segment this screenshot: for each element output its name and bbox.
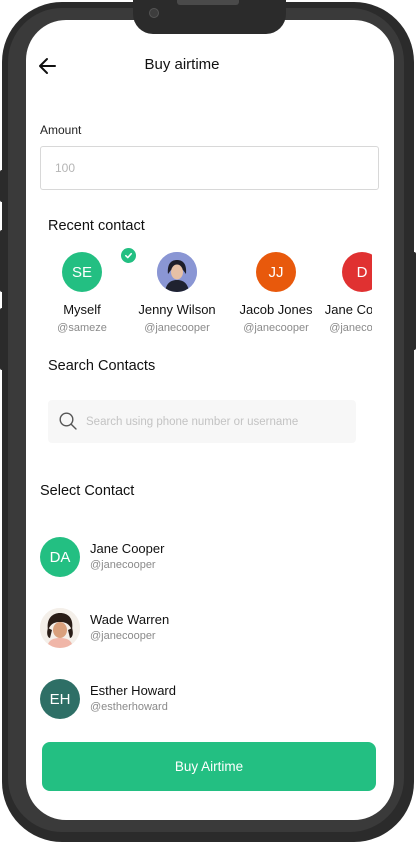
volume-down-button xyxy=(0,308,4,370)
power-button xyxy=(412,252,416,350)
contact-name: Jacob Jones xyxy=(239,302,313,317)
recent-contact-item[interactable]: Jenny Wilson @janecooper xyxy=(127,252,227,334)
avatar: SE xyxy=(62,252,102,292)
search-box xyxy=(48,400,356,443)
contact-handle: @janecooper xyxy=(90,559,156,571)
contact-name: Jenny Wilson xyxy=(138,302,216,317)
contact-handle: @sameze xyxy=(57,322,107,334)
contact-name: Esther Howard xyxy=(90,683,176,698)
amount-label: Amount xyxy=(40,123,82,137)
contact-name: Myself xyxy=(63,302,101,317)
avatar: D xyxy=(342,252,372,292)
contact-handle: @janecooper xyxy=(90,630,156,642)
contact-handle: @janecooper xyxy=(243,322,309,334)
recent-contact-heading: Recent contact xyxy=(48,218,145,234)
avatar xyxy=(40,608,80,648)
contact-handle: @janecooper xyxy=(144,322,210,334)
recent-contacts-row: SE Myself @sameze Jenny Wilson @janecoop… xyxy=(26,252,372,342)
speaker xyxy=(177,0,239,5)
avatar xyxy=(157,252,197,292)
search-icon xyxy=(58,411,78,431)
contact-name: Jane Cooper xyxy=(90,541,165,556)
search-input[interactable] xyxy=(86,400,348,443)
back-arrow-icon[interactable] xyxy=(37,56,59,76)
avatar: JJ xyxy=(256,252,296,292)
contact-name: Wade Warren xyxy=(90,612,170,627)
amount-input[interactable] xyxy=(40,146,379,190)
contact-handle: @estherhoward xyxy=(90,701,168,713)
contact-handle: @janecooper xyxy=(329,322,372,334)
notch xyxy=(133,0,286,34)
volume-up-button xyxy=(0,230,4,292)
page-title: Buy airtime xyxy=(144,56,220,73)
contact-name: Jane Cooper xyxy=(324,302,372,317)
avatar: EH xyxy=(40,679,80,719)
avatar: DA xyxy=(40,537,80,577)
buy-airtime-button[interactable]: Buy Airtime xyxy=(42,742,376,791)
recent-contact-item[interactable]: JJ Jacob Jones @janecooper xyxy=(226,252,326,334)
recent-contact-item[interactable]: SE Myself @sameze xyxy=(32,252,132,334)
recent-contact-item[interactable]: D Jane Cooper @janecooper xyxy=(312,252,372,334)
contact-list-item[interactable]: EH Esther Howard @estherhoward xyxy=(40,679,340,721)
contact-list-item[interactable]: DA Jane Cooper @janecooper xyxy=(40,537,340,579)
check-icon xyxy=(121,248,136,263)
silent-switch xyxy=(0,170,4,202)
contact-list-item[interactable]: Wade Warren @janecooper xyxy=(40,608,340,650)
camera xyxy=(149,8,159,18)
select-contact-heading: Select Contact xyxy=(40,483,135,499)
search-contacts-heading: Search Contacts xyxy=(48,358,156,374)
